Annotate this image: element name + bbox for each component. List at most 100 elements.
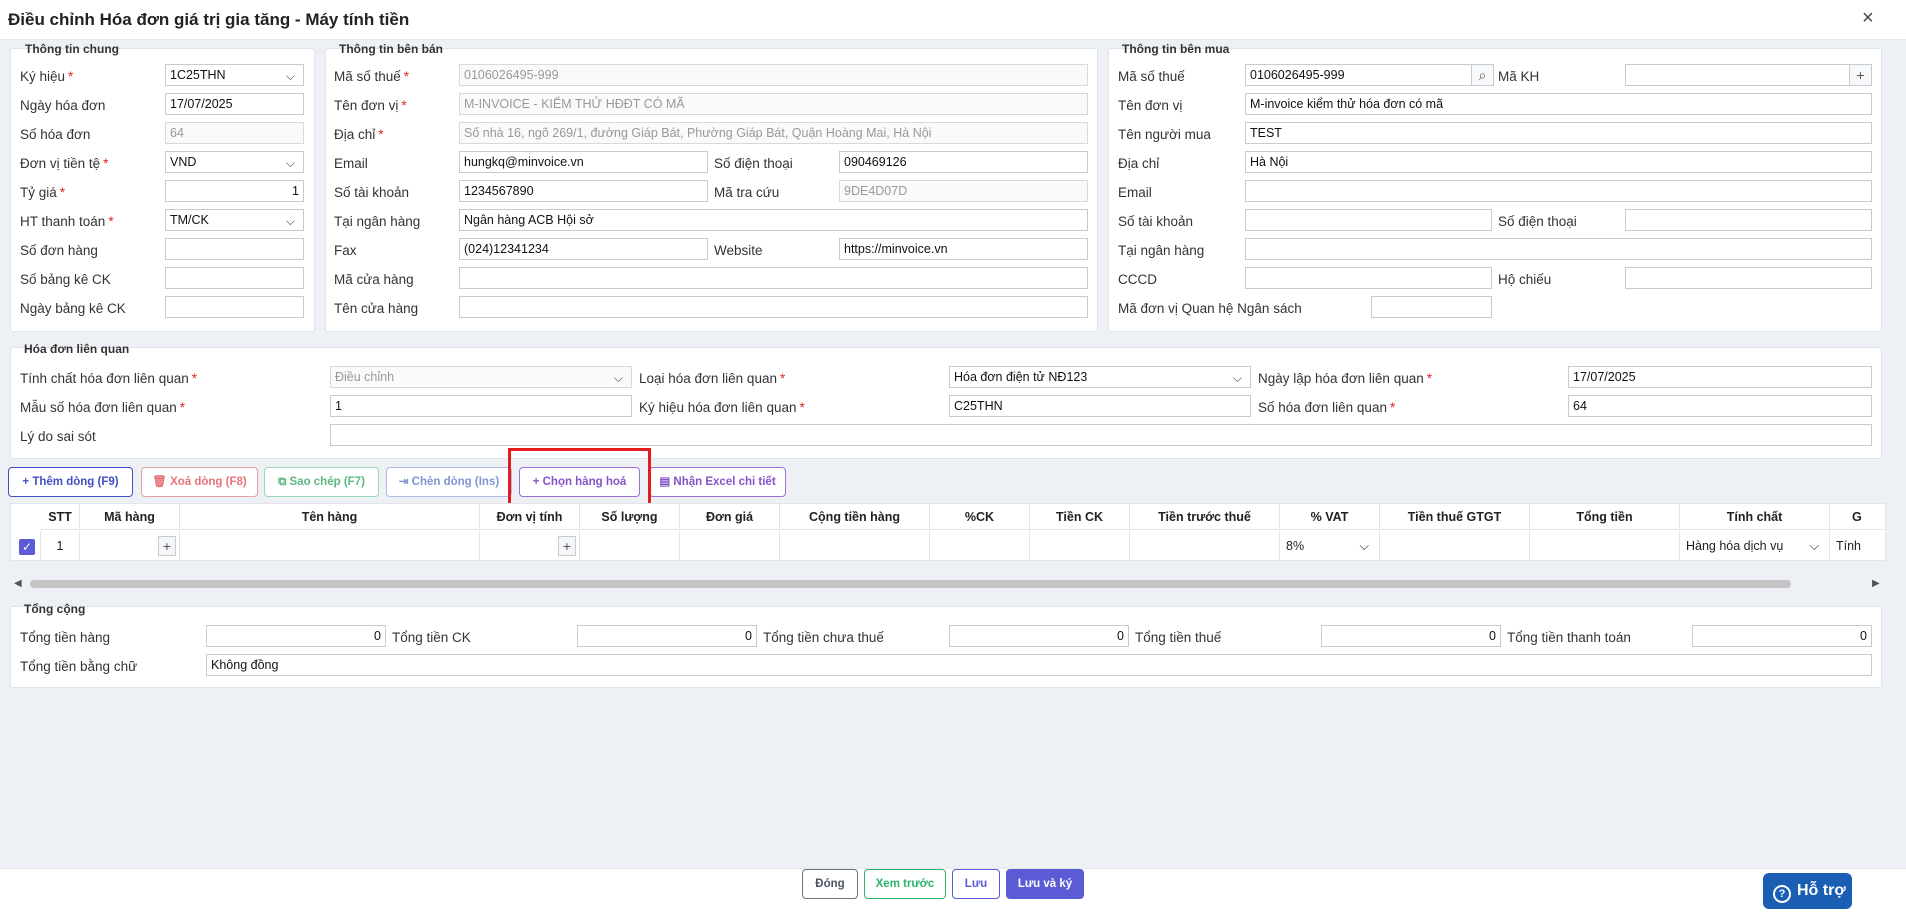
related-date-input[interactable]: 17/07/2025 — [1568, 366, 1872, 388]
delete-row-button[interactable]: 🗑 Xoá dòng (F8) — [141, 467, 258, 497]
cell-vat-amount[interactable] — [1380, 531, 1530, 560]
highlight-box — [508, 448, 651, 511]
search-icon[interactable]: ⌕ — [1471, 65, 1493, 85]
col-header-vat: % VAT — [1280, 504, 1380, 530]
scroll-left-icon[interactable]: ◀ — [14, 577, 22, 591]
label-total-tax: Tổng tiền thuế — [1135, 630, 1222, 645]
label-invoice-date: Ngày hóa đơn — [20, 98, 106, 113]
buyer-id-input[interactable] — [1245, 267, 1492, 289]
add-icon[interactable]: + — [158, 536, 176, 556]
cell-discount-pct[interactable] — [930, 531, 1030, 560]
cell-discount[interactable] — [1030, 531, 1130, 560]
add-icon[interactable]: + — [1849, 65, 1871, 85]
buyer-person-input[interactable]: TEST — [1245, 122, 1872, 144]
buyer-name-input[interactable]: M-invoice kiểm thử hóa đơn có mã — [1245, 93, 1872, 115]
label-seller-bank: Tại ngân hàng — [334, 214, 421, 229]
copy-button[interactable]: ⧉ Sao chép (F7) — [264, 467, 379, 497]
insert-row-button[interactable]: ⇥ Chèn dòng (Ins) — [386, 467, 512, 497]
related-symbol-input[interactable]: C25THN — [949, 395, 1251, 417]
help-button[interactable]: ? Hỗ trợ — [1763, 873, 1852, 909]
save-sign-button[interactable]: Lưu và ký — [1006, 869, 1084, 899]
total-pretax-input: 0 — [949, 625, 1129, 647]
cell-total[interactable] — [1530, 531, 1680, 560]
buyer-bank-input[interactable] — [1245, 238, 1872, 260]
payment-method-select[interactable]: TM/CK ⌵ — [165, 209, 304, 231]
total-words-input: Không đồng — [206, 654, 1872, 676]
label-buyer-name: Tên đơn vị — [1118, 98, 1183, 113]
exchange-rate-input[interactable]: 1 — [165, 180, 304, 202]
buyer-address-input[interactable]: Hà Nội — [1245, 151, 1872, 173]
label-total-discount: Tổng tiền CK — [392, 630, 471, 645]
invoice-date-input[interactable]: 17/07/2025 — [165, 93, 304, 115]
label-seller-email: Email — [334, 156, 368, 171]
statement-date-input[interactable] — [165, 296, 304, 318]
label-seller-fax: Fax — [334, 243, 357, 258]
customer-code-input[interactable]: + — [1625, 64, 1872, 86]
col-header-nature: Tính chất — [1680, 504, 1830, 530]
chevron-down-icon: ⌵ — [285, 156, 295, 170]
scrollbar-thumb[interactable] — [30, 580, 1791, 588]
close-icon[interactable]: × — [1862, 8, 1874, 28]
cell-code[interactable]: + — [80, 531, 180, 560]
budget-unit-input[interactable] — [1371, 296, 1492, 318]
row-checkbox[interactable]: ✓ — [19, 539, 35, 555]
passport-input[interactable] — [1625, 267, 1872, 289]
seller-website-input[interactable]: https://minvoice.vn — [839, 238, 1088, 260]
cell-nature[interactable]: Hàng hóa dịch vụ ⌵ — [1680, 531, 1830, 560]
buyer-email-input[interactable] — [1245, 180, 1872, 202]
related-type-select[interactable]: Hóa đơn điện tử NĐ123 ⌵ — [949, 366, 1251, 388]
scroll-right-icon[interactable]: ▶ — [1872, 577, 1880, 591]
cell-price[interactable] — [680, 531, 780, 560]
horizontal-scrollbar[interactable]: ◀ ▶ — [10, 577, 1886, 591]
col-header-extra: G — [1830, 504, 1885, 530]
save-button[interactable]: Lưu — [952, 869, 1000, 899]
preview-button[interactable]: Xem trước — [864, 869, 946, 899]
symbol-select[interactable]: 1C25THN ⌵ — [165, 64, 304, 86]
add-icon[interactable]: + — [558, 536, 576, 556]
cell-amount[interactable] — [780, 531, 930, 560]
label-customer-code: Mã KH — [1498, 69, 1540, 84]
excel-icon: ▤ — [659, 476, 671, 488]
label-symbol: Ký hiệu * — [20, 69, 74, 84]
label-error-reason: Lý do sai sót — [20, 429, 96, 444]
label-exchange-rate: Tỷ giá * — [20, 185, 66, 200]
general-info-title: Thông tin chung — [25, 42, 119, 56]
vat-select[interactable]: 8% — [1286, 539, 1304, 553]
related-form-input[interactable]: 1 — [330, 395, 632, 417]
statement-number-input[interactable] — [165, 267, 304, 289]
buyer-tax-code-input[interactable]: 0106026495-999 ⌕ — [1245, 64, 1494, 86]
trash-icon: 🗑 — [152, 476, 167, 488]
buyer-account-input[interactable] — [1245, 209, 1492, 231]
seller-account-input[interactable]: 1234567890 — [459, 180, 708, 202]
cell-quantity[interactable] — [580, 531, 680, 560]
label-total-payment: Tổng tiền thanh toán — [1507, 630, 1631, 645]
order-number-input[interactable] — [165, 238, 304, 260]
seller-name-input: M-INVOICE - KIỂM THỬ HĐĐT CÓ MÃ — [459, 93, 1088, 115]
seller-fax-input[interactable]: (024)12341234 — [459, 238, 708, 260]
seller-tax-code-input: 0106026495-999 — [459, 64, 1088, 86]
currency-select[interactable]: VND ⌵ — [165, 151, 304, 173]
error-reason-input[interactable] — [330, 424, 1872, 446]
cell-name[interactable] — [180, 531, 480, 560]
label-buyer-person: Tên người mua — [1118, 127, 1211, 142]
cell-extra[interactable]: Tính — [1830, 531, 1885, 560]
cell-pretax[interactable] — [1130, 531, 1280, 560]
seller-phone-input[interactable]: 090469126 — [839, 151, 1088, 173]
label-total-words: Tổng tiền bằng chữ — [20, 659, 138, 674]
store-code-input[interactable] — [459, 267, 1088, 289]
add-row-button[interactable]: + Thêm dòng (F9) — [8, 467, 133, 497]
import-excel-button[interactable]: ▤ Nhận Excel chi tiết — [649, 467, 786, 497]
seller-email-input[interactable]: hungkq@minvoice.vn — [459, 151, 708, 173]
total-goods-input: 0 — [206, 625, 386, 647]
col-header-unit: Đơn vị tính — [480, 504, 580, 530]
cell-vat[interactable]: 8% ⌵ — [1280, 531, 1380, 560]
buyer-phone-input[interactable] — [1625, 209, 1872, 231]
cell-unit[interactable]: + — [480, 531, 580, 560]
col-header-stt: STT — [41, 504, 80, 530]
store-name-input[interactable] — [459, 296, 1088, 318]
related-number-input[interactable]: 64 — [1568, 395, 1872, 417]
close-button[interactable]: Đóng — [802, 869, 858, 899]
seller-bank-input[interactable]: Ngân hàng ACB Hội sở — [459, 209, 1088, 231]
nature-select[interactable]: Hàng hóa dịch vụ — [1686, 539, 1783, 553]
col-header-discount: Tiền CK — [1030, 504, 1130, 530]
